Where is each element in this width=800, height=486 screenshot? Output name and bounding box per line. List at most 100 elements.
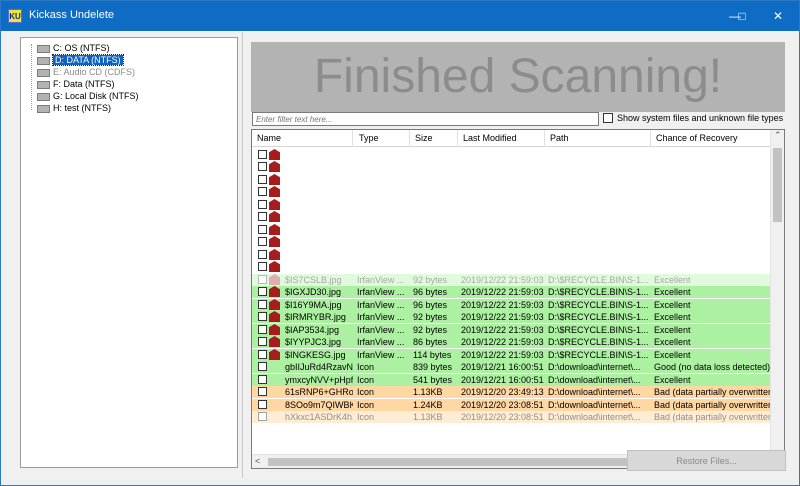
show-system-files-checkbox[interactable] bbox=[603, 113, 613, 123]
table-row[interactable]: 8SOo9m7QIWBKz... Icon 1.24KB 2019/12/20 … bbox=[252, 399, 772, 411]
column-path-header[interactable]: Path bbox=[545, 130, 651, 147]
table-row-empty[interactable] bbox=[252, 224, 772, 236]
row-checkbox[interactable] bbox=[258, 312, 267, 321]
vertical-scroll-thumb[interactable] bbox=[773, 148, 782, 222]
cell-size: 92 bytes bbox=[413, 275, 448, 285]
row-checkbox[interactable] bbox=[258, 187, 267, 196]
row-checkbox[interactable] bbox=[258, 262, 267, 271]
column-name-header[interactable]: Name bbox=[252, 130, 353, 147]
cell-recovery: Excellent bbox=[654, 287, 691, 297]
row-checkbox[interactable] bbox=[258, 287, 267, 296]
cell-type: Icon bbox=[357, 412, 375, 422]
column-modified-header[interactable]: Last Modified bbox=[458, 130, 545, 147]
table-row[interactable]: gbIIJuRd4RzavN... Icon 839 bytes 2019/12… bbox=[252, 361, 772, 373]
main-panel: Finished Scanning! Show system files and… bbox=[242, 32, 794, 478]
row-checkbox[interactable] bbox=[258, 337, 267, 346]
table-row[interactable]: ymxcyNVV+pHpf... Icon 541 bytes 2019/12/… bbox=[252, 374, 772, 386]
drive-tree[interactable]: C: OS (NTFS) D: DATA (NTFS) E: Audio CD … bbox=[20, 37, 238, 468]
row-checkbox[interactable] bbox=[258, 175, 267, 184]
table-row[interactable]: hXkxc1ASDrK4h... Icon 1.13KB 2019/12/20 … bbox=[252, 411, 772, 423]
row-checkbox[interactable] bbox=[258, 237, 267, 246]
cell-type: IrfanView ... bbox=[357, 325, 405, 335]
cell-type: IrfanView ... bbox=[357, 275, 405, 285]
column-size-header[interactable]: Size bbox=[410, 130, 458, 147]
cell-size: 92 bytes bbox=[413, 312, 448, 322]
row-checkbox[interactable] bbox=[258, 412, 267, 421]
row-checkbox[interactable] bbox=[258, 150, 267, 159]
cell-recovery: Excellent bbox=[654, 325, 691, 335]
tree-item-e[interactable]: E: Audio CD (CDFS) bbox=[37, 66, 135, 78]
tree-item-h[interactable]: H: test (NTFS) bbox=[37, 102, 111, 114]
cell-size: 114 bytes bbox=[413, 350, 452, 360]
table-row[interactable]: $IAP3534.jpg IrfanView ... 92 bytes 2019… bbox=[252, 324, 772, 336]
deleted-file-icon bbox=[269, 249, 280, 260]
cell-modified: 2019/12/21 16:00:51 bbox=[461, 362, 544, 372]
table-row-empty[interactable] bbox=[252, 261, 772, 273]
row-checkbox[interactable] bbox=[258, 362, 267, 371]
title-bar[interactable]: KU Kickass Undelete — □ ✕ bbox=[1, 1, 799, 31]
table-row-empty[interactable] bbox=[252, 236, 772, 248]
drive-icon bbox=[37, 56, 50, 65]
table-row-empty[interactable] bbox=[252, 186, 772, 198]
table-row[interactable]: $IGXJD30.jpg IrfanView ... 96 bytes 2019… bbox=[252, 286, 772, 298]
table-row-empty[interactable] bbox=[252, 249, 772, 261]
tree-item-f[interactable]: F: Data (NTFS) bbox=[37, 78, 115, 90]
row-checkbox[interactable] bbox=[258, 275, 267, 284]
row-checkbox[interactable] bbox=[258, 350, 267, 359]
table-row-partial[interactable]: $IS7CSLB.jpg IrfanView ... 92 bytes 2019… bbox=[252, 274, 772, 286]
cell-recovery: Good (no data loss detected) bbox=[654, 362, 771, 372]
table-row[interactable]: $I16Y9MA.jpg IrfanView ... 96 bytes 2019… bbox=[252, 299, 772, 311]
table-row-empty[interactable] bbox=[252, 161, 772, 173]
scroll-up-icon[interactable]: ⌃ bbox=[774, 130, 782, 141]
table-row-empty[interactable] bbox=[252, 199, 772, 211]
row-checkbox[interactable] bbox=[258, 200, 267, 209]
app-logo-icon: KU bbox=[8, 9, 22, 23]
cell-type: Icon bbox=[357, 375, 375, 385]
deleted-file-icon bbox=[269, 261, 280, 272]
table-row[interactable]: $IYYPJC3.jpg IrfanView ... 86 bytes 2019… bbox=[252, 336, 772, 348]
tree-item-g[interactable]: G: Local Disk (NTFS) bbox=[37, 90, 139, 102]
column-recovery-header[interactable]: Chance of Recovery bbox=[651, 130, 772, 147]
column-type-header[interactable]: Type bbox=[354, 130, 410, 147]
deleted-file-icon bbox=[269, 336, 280, 347]
filter-input[interactable] bbox=[252, 112, 599, 126]
row-checkbox[interactable] bbox=[258, 387, 267, 396]
table-row-empty[interactable] bbox=[252, 211, 772, 223]
row-checkbox[interactable] bbox=[258, 300, 267, 309]
cell-type: Icon bbox=[357, 400, 375, 410]
table-row[interactable]: $IRMRYBR.jpg IrfanView ... 92 bytes 2019… bbox=[252, 311, 772, 323]
cell-size: 86 bytes bbox=[413, 337, 448, 347]
row-checkbox[interactable] bbox=[258, 325, 267, 334]
cell-name: $INGKESG.jpg bbox=[285, 350, 346, 360]
table-row[interactable]: 61sRNP6+GHRor... Icon 1.13KB 2019/12/20 … bbox=[252, 386, 772, 398]
table-row[interactable]: $INGKESG.jpg IrfanView ... 114 bytes 201… bbox=[252, 349, 772, 361]
close-button[interactable]: ✕ bbox=[760, 1, 796, 31]
cell-recovery: Excellent bbox=[654, 337, 691, 347]
cell-modified: 2019/12/22 21:59:03 bbox=[461, 337, 544, 347]
cell-size: 96 bytes bbox=[413, 287, 448, 297]
deleted-file-icon bbox=[269, 349, 280, 360]
restore-files-button[interactable]: Restore Files... bbox=[627, 450, 786, 471]
cell-name: gbIIJuRd4RzavN... bbox=[285, 362, 353, 372]
cell-path: D:\download\internet\... bbox=[548, 400, 641, 410]
vertical-scrollbar[interactable]: ⌃ ⌄ bbox=[770, 130, 784, 456]
cell-path: D:\$RECYCLE.BIN\S-1... bbox=[548, 350, 649, 360]
cell-modified: 2019/12/22 21:59:03 bbox=[461, 312, 544, 322]
scroll-left-icon[interactable]: < bbox=[255, 456, 260, 466]
row-checkbox[interactable] bbox=[258, 225, 267, 234]
maximize-button[interactable]: □ bbox=[724, 1, 760, 31]
deleted-file-icon bbox=[269, 174, 280, 185]
row-checkbox[interactable] bbox=[258, 400, 267, 409]
row-checkbox[interactable] bbox=[258, 212, 267, 221]
tree-item-d[interactable]: D: DATA (NTFS) bbox=[37, 54, 124, 66]
cell-path: D:\download\internet\... bbox=[548, 412, 641, 422]
row-checkbox[interactable] bbox=[258, 250, 267, 259]
tree-item-c[interactable]: C: OS (NTFS) bbox=[37, 42, 110, 54]
cell-name: $IYYPJC3.jpg bbox=[285, 337, 342, 347]
cell-name: 61sRNP6+GHRor... bbox=[285, 387, 353, 397]
row-checkbox[interactable] bbox=[258, 162, 267, 171]
row-checkbox[interactable] bbox=[258, 375, 267, 384]
table-row-empty[interactable] bbox=[252, 149, 772, 161]
cell-modified: 2019/12/22 21:59:03 bbox=[461, 350, 544, 360]
table-row-empty[interactable] bbox=[252, 174, 772, 186]
